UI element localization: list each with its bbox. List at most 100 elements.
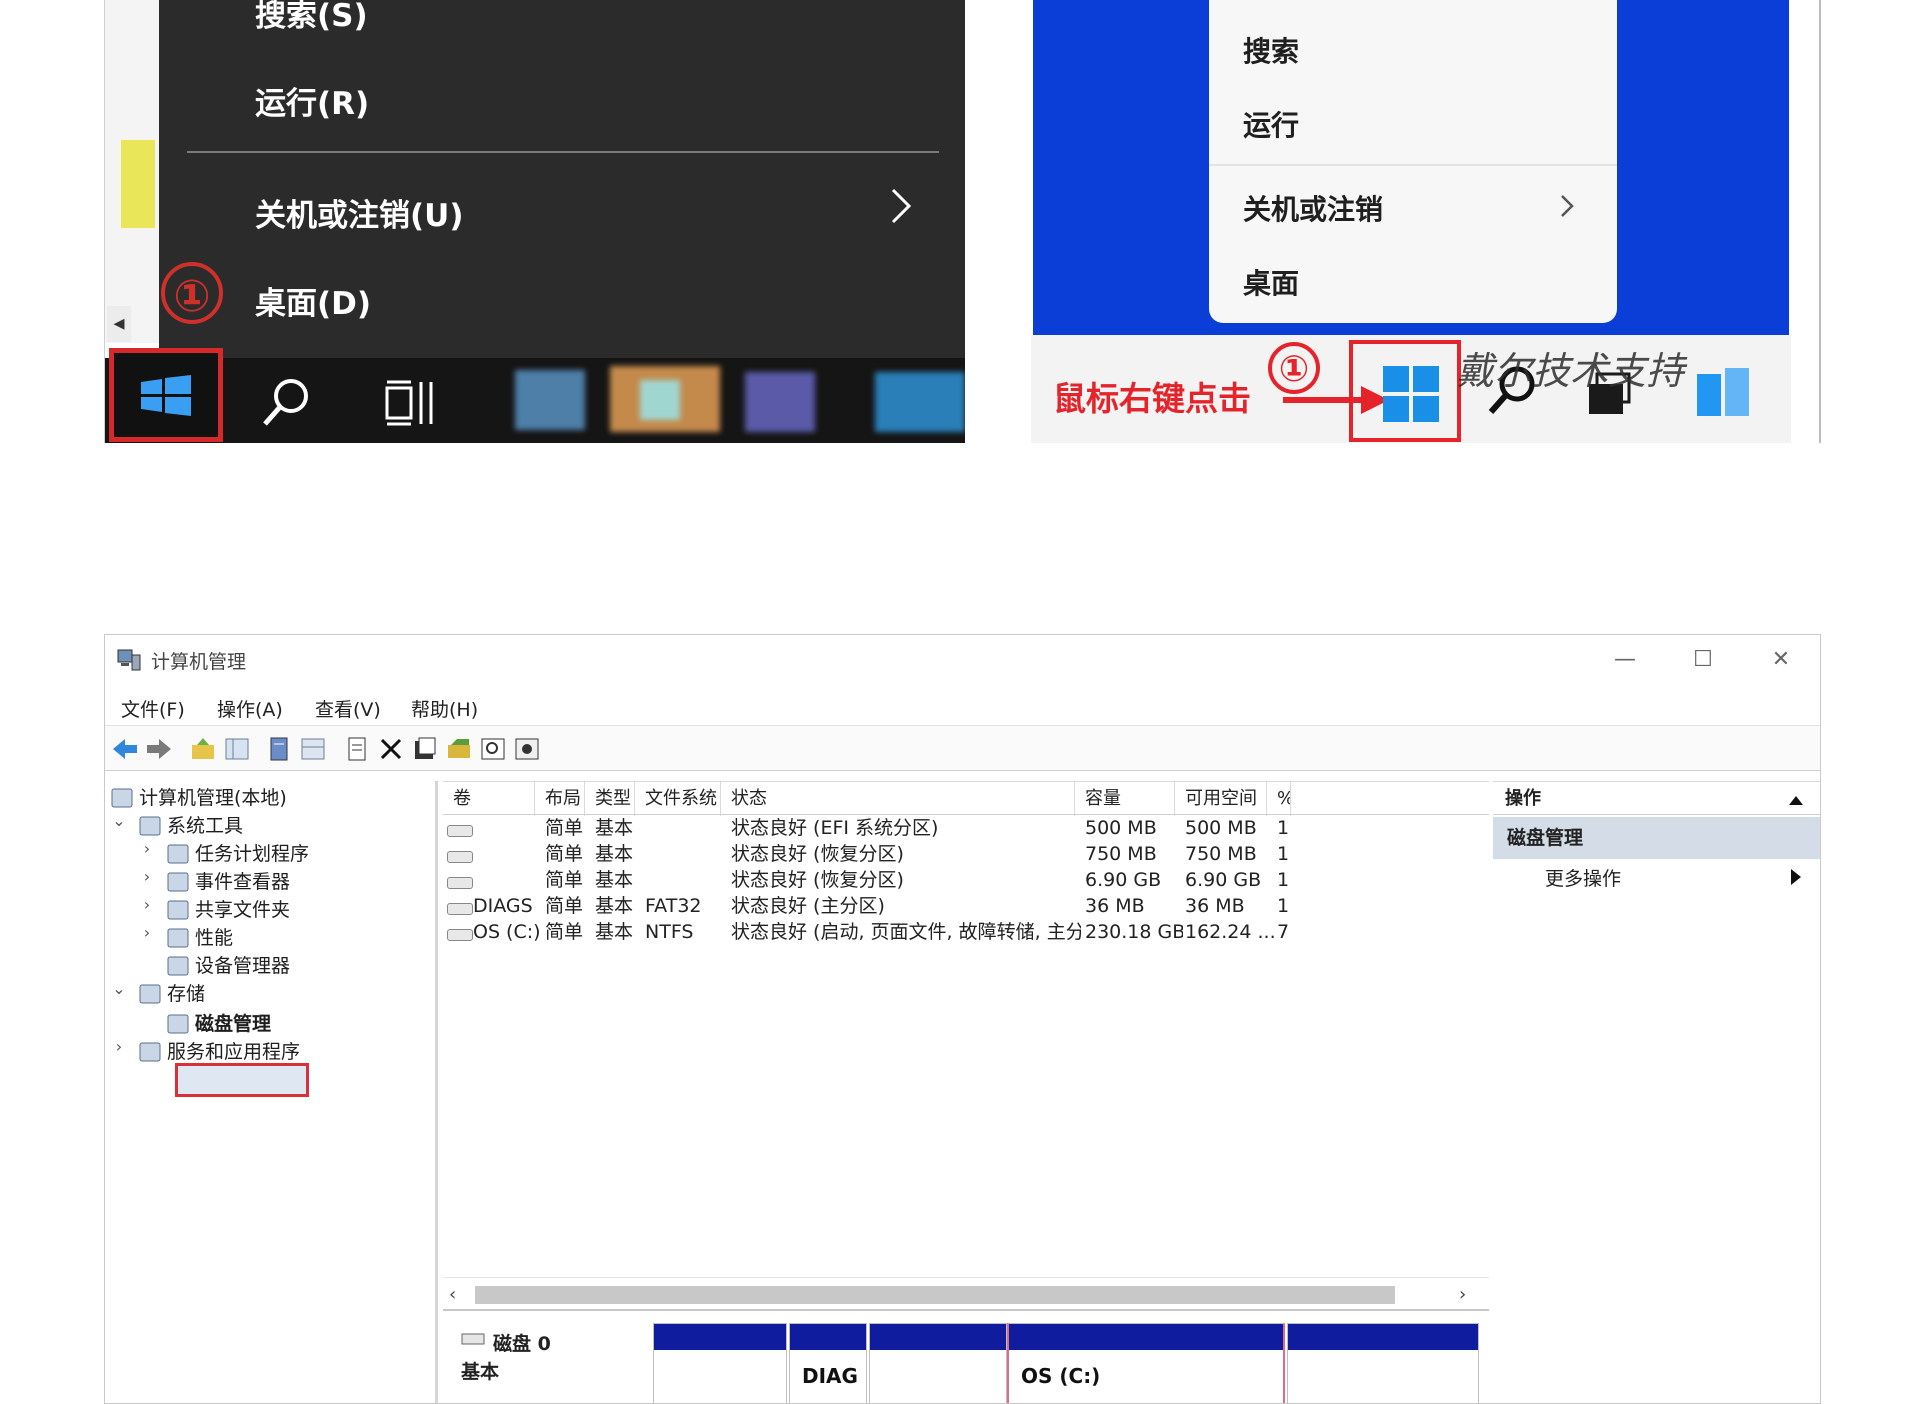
watermark-text: 戴尔技术支持 bbox=[1456, 349, 1685, 393]
column-header[interactable]: 布局 bbox=[535, 782, 585, 816]
column-header[interactable]: % bbox=[1267, 782, 1291, 816]
tree-node[interactable]: 系统工具 bbox=[167, 811, 243, 841]
tree-expand-caret-icon[interactable]: ⌄ bbox=[111, 979, 127, 1009]
column-header[interactable]: 状态 bbox=[721, 782, 1075, 816]
actions-header: 操作 bbox=[1493, 781, 1820, 815]
close-button[interactable]: ✕ bbox=[1761, 643, 1801, 677]
disk-icon bbox=[461, 1333, 485, 1345]
column-header[interactable]: 可用空间 bbox=[1175, 782, 1267, 816]
taskbar-app-blurred[interactable] bbox=[515, 370, 585, 430]
scroll-left-icon[interactable]: ‹ bbox=[449, 1278, 469, 1312]
view-list-icon[interactable] bbox=[299, 735, 327, 763]
tree-expand-caret-icon[interactable]: › bbox=[139, 923, 155, 953]
column-header[interactable]: 文件系统 bbox=[635, 782, 721, 816]
actions-section[interactable]: 磁盘管理 bbox=[1493, 817, 1820, 859]
computer-management-icon bbox=[117, 649, 141, 671]
menu-file[interactable]: 文件(F) bbox=[121, 695, 185, 722]
computer-management-icon bbox=[111, 788, 133, 808]
tree-node[interactable]: 共享文件夹 bbox=[195, 895, 290, 925]
win11-context-menu: 搜索 运行 关机或注销 桌面 bbox=[1209, 0, 1617, 323]
menu-item-search[interactable]: 搜索(S) bbox=[255, 0, 368, 35]
partition-block[interactable] bbox=[869, 1323, 1007, 1403]
document-icon[interactable] bbox=[343, 735, 371, 763]
partition-bar bbox=[870, 1324, 1006, 1350]
tree-node[interactable]: 磁盘管理 bbox=[195, 1009, 271, 1039]
scrollbar-thumb[interactable] bbox=[475, 1286, 1395, 1304]
column-header[interactable]: 容量 bbox=[1075, 782, 1175, 816]
properties-icon[interactable] bbox=[265, 735, 293, 763]
navigation-tree: 计算机管理(本地) ⌄ 系统工具 › 任务计划程序 › 事件查看器 › 共享文件夹 › 性能 设备管理… bbox=[105, 781, 438, 1403]
table-row[interactable]: 简单 基本 状态良好 (EFI 系统分区) 500 MB 500 MB 1 bbox=[443, 815, 1489, 841]
system-tools-icon bbox=[139, 816, 161, 836]
tree-node[interactable]: 设备管理器 bbox=[195, 951, 290, 981]
menu-item-run[interactable]: 运行(R) bbox=[255, 78, 369, 123]
show-hide-tree-icon[interactable] bbox=[223, 735, 251, 763]
device-manager-icon bbox=[167, 956, 189, 976]
tree-expand-caret-icon[interactable]: › bbox=[111, 1037, 127, 1067]
taskbar-app-blurred[interactable] bbox=[745, 372, 815, 432]
task-view-icon[interactable] bbox=[385, 378, 441, 428]
forward-arrow-icon[interactable] bbox=[145, 735, 173, 763]
partition-block[interactable]: DIAG bbox=[789, 1323, 867, 1403]
table-row[interactable]: 简单 基本 状态良好 (恢复分区) 750 MB 750 MB 1 bbox=[443, 841, 1489, 867]
selected-node-highlight bbox=[175, 1063, 309, 1097]
open-folder-icon[interactable] bbox=[445, 735, 473, 763]
volume-list-header: 卷布局类型文件系统状态容量可用空间% bbox=[443, 781, 1489, 816]
menu-help[interactable]: 帮助(H) bbox=[411, 695, 478, 722]
win10-context-menu: 搜索(S) 运行(R) 关机或注销(U) 桌面(D) bbox=[159, 0, 965, 358]
menu-item-shutdown[interactable]: 关机或注销 bbox=[1243, 188, 1383, 228]
menu-item-run[interactable]: 运行 bbox=[1243, 104, 1299, 144]
tree-expand-caret-icon[interactable]: › bbox=[139, 839, 155, 869]
up-folder-icon[interactable] bbox=[189, 735, 217, 763]
menu-item-desktop[interactable]: 桌面(D) bbox=[255, 278, 371, 323]
menu-item-search[interactable]: 搜索 bbox=[1243, 30, 1299, 70]
scroll-right-icon[interactable]: › bbox=[1459, 1278, 1479, 1312]
partition-block[interactable] bbox=[1287, 1323, 1479, 1403]
search-icon[interactable] bbox=[255, 370, 319, 434]
partition-block[interactable] bbox=[653, 1323, 787, 1403]
start-button[interactable] bbox=[109, 348, 223, 442]
tree-node[interactable]: 存储 bbox=[167, 979, 205, 1009]
tree-node[interactable]: 性能 bbox=[195, 923, 233, 953]
disk-label: 磁盘 0 bbox=[493, 1333, 551, 1355]
menu-item-shutdown[interactable]: 关机或注销(U) bbox=[255, 190, 464, 235]
toolbar bbox=[105, 725, 1820, 771]
widgets-icon[interactable] bbox=[1695, 366, 1751, 418]
tree-node[interactable]: 事件查看器 bbox=[195, 867, 290, 897]
disk-management-icon bbox=[167, 1014, 189, 1034]
horizontal-scrollbar[interactable]: ‹ › bbox=[443, 1277, 1489, 1311]
volume-list-pane: 卷布局类型文件系统状态容量可用空间% 简单基本状态良好 (EFI 系统分区)50… bbox=[443, 781, 1489, 1403]
table-row[interactable]: DIAGS 简单 基本 FAT32 状态良好 (主分区) 36 MB 36 MB 1 bbox=[443, 893, 1489, 919]
maximize-button[interactable]: ☐ bbox=[1683, 643, 1723, 677]
column-header[interactable]: 卷 bbox=[443, 782, 535, 816]
tree-expand-caret-icon[interactable]: › bbox=[139, 867, 155, 897]
volume-rows: 简单 基本 状态良好 (EFI 系统分区) 500 MB 500 MB 1 简单 基本 状态良好… bbox=[443, 815, 1489, 975]
search-disk-icon[interactable] bbox=[479, 735, 507, 763]
menu-separator bbox=[1209, 164, 1617, 166]
partition-block[interactable]: OS (C:) bbox=[1007, 1323, 1285, 1403]
table-cell: 状态良好 (启动, 页面文件, 故障转储, 主分区) bbox=[731, 921, 1081, 943]
tree-node[interactable]: 服务和应用程序 bbox=[167, 1037, 300, 1067]
checklist-icon[interactable] bbox=[411, 735, 439, 763]
tree-node[interactable]: 计算机管理(本地) bbox=[139, 783, 287, 813]
taskbar-app-blurred bbox=[640, 380, 680, 420]
column-header[interactable]: 类型 bbox=[585, 782, 635, 816]
tree-node[interactable]: 任务计划程序 bbox=[195, 839, 309, 869]
settings-grid-icon[interactable] bbox=[513, 735, 541, 763]
table-row[interactable]: 简单 基本 状态良好 (恢复分区) 6.90 GB 6.90 GB 1 bbox=[443, 867, 1489, 893]
table-row[interactable]: OS (C:) 简单 基本 NTFS 状态良好 (启动, 页面文件, 故障转储, 主分区… bbox=[443, 919, 1489, 945]
minimize-button[interactable]: — bbox=[1605, 643, 1645, 677]
submenu-arrow-icon bbox=[1791, 869, 1801, 885]
menu-view[interactable]: 查看(V) bbox=[315, 695, 381, 722]
scroll-left-arrow[interactable]: ◂ bbox=[107, 306, 131, 342]
collapse-up-icon[interactable] bbox=[1789, 795, 1803, 805]
tree-expand-caret-icon[interactable]: › bbox=[139, 895, 155, 925]
delete-x-icon[interactable] bbox=[377, 735, 405, 763]
taskbar-app-blurred[interactable] bbox=[875, 372, 965, 432]
title-bar[interactable]: 计算机管理 — ☐ ✕ bbox=[105, 635, 1820, 685]
tree-expand-caret-icon[interactable]: ⌄ bbox=[111, 811, 127, 841]
more-actions-item[interactable]: 更多操作 bbox=[1545, 861, 1621, 897]
menu-item-desktop[interactable]: 桌面 bbox=[1243, 262, 1299, 302]
menu-action[interactable]: 操作(A) bbox=[217, 695, 283, 722]
back-arrow-icon[interactable] bbox=[111, 735, 139, 763]
